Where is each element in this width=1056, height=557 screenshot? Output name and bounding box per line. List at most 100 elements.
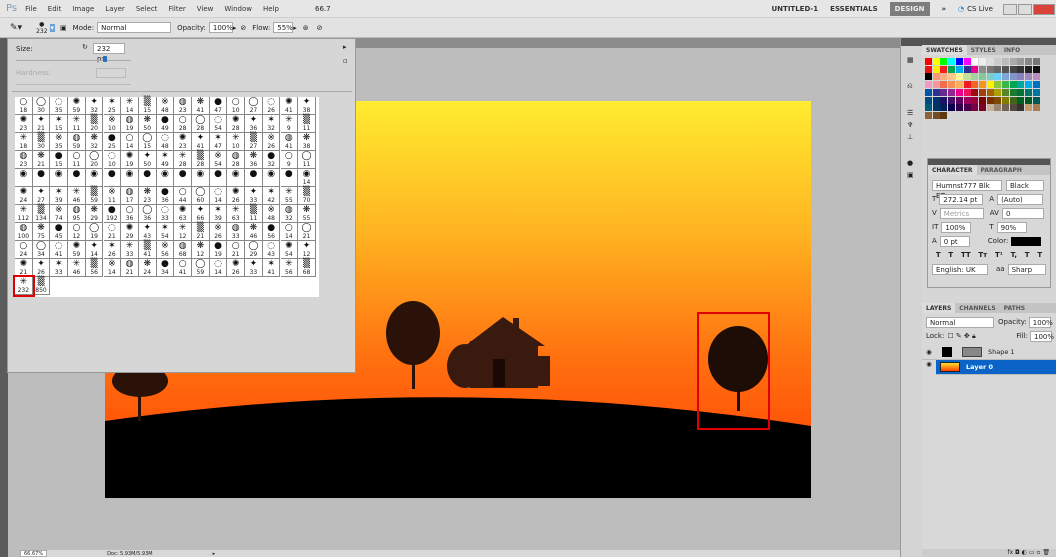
color-swatch[interactable] (948, 65, 956, 73)
brush-preset[interactable]: ✳ 18 (15, 133, 33, 151)
font-style-select[interactable]: Black (1006, 179, 1044, 191)
brush-preset[interactable]: ● (174, 169, 192, 187)
brush-preset[interactable]: ✦ 32 (85, 97, 104, 115)
brush-preset[interactable]: ● (68, 169, 86, 187)
color-swatch[interactable] (940, 65, 948, 73)
brush-preset[interactable]: ✳ 9 (280, 115, 299, 133)
color-swatch[interactable] (955, 65, 963, 73)
color-swatch[interactable] (925, 104, 932, 112)
menu-edit[interactable]: Edit (48, 5, 62, 13)
color-swatch[interactable] (963, 81, 971, 89)
brush-preset[interactable]: ◌ 10 (103, 151, 122, 169)
brush-preset[interactable]: ✶ 49 (156, 151, 175, 169)
brush-preset[interactable]: ◍ 33 (227, 223, 246, 241)
color-swatch[interactable] (940, 96, 948, 104)
brush-preset[interactable]: ✺ 41 (280, 97, 299, 115)
brush-preset[interactable]: ❋ 32 (85, 133, 104, 151)
color-swatch[interactable] (986, 73, 994, 81)
color-swatch[interactable] (948, 73, 956, 81)
menu-window[interactable]: Window (224, 5, 252, 13)
color-swatch[interactable] (963, 104, 971, 112)
brush-preset[interactable]: ❋ 21 (32, 151, 51, 169)
brush-preset[interactable]: ◉ (156, 169, 175, 187)
color-swatch[interactable] (994, 104, 1002, 112)
doc-info[interactable]: Doc: 5.93M/5.93M (107, 551, 153, 557)
color-swatch[interactable] (948, 81, 956, 89)
brush-preset[interactable]: ○ 36 (121, 205, 139, 223)
color-swatch[interactable] (963, 73, 971, 81)
color-swatch[interactable] (925, 73, 932, 81)
brush-preset[interactable]: ✶ 54 (156, 223, 175, 241)
brush-preset[interactable]: ○ 10 (227, 97, 246, 115)
brush-preset[interactable]: ◉ (15, 169, 33, 187)
menu-help[interactable]: Help (263, 5, 279, 13)
color-swatch[interactable] (948, 96, 956, 104)
brush-preset[interactable]: ✦ 33 (245, 259, 263, 277)
color-swatch[interactable] (940, 81, 948, 89)
color-swatch[interactable] (955, 88, 963, 96)
brush-preset[interactable]: ✶ 26 (103, 241, 122, 259)
color-swatch[interactable] (986, 81, 994, 89)
color-swatch[interactable] (925, 58, 932, 65)
color-swatch[interactable] (1002, 96, 1009, 104)
brush-preset[interactable]: ▒ 134 (32, 205, 51, 223)
brush-preset[interactable]: ✦ 27 (32, 187, 51, 205)
airbrush-icon[interactable]: ⊛ (303, 24, 309, 32)
brush-preset[interactable]: ✳ 56 (280, 259, 299, 277)
brush-preset[interactable]: ● 15 (50, 151, 69, 169)
brush-preset[interactable]: ● (209, 169, 228, 187)
brush-preset[interactable]: ◯ 36 (138, 205, 157, 223)
brush-preset[interactable]: ◍ 23 (15, 151, 33, 169)
color-swatch[interactable] (978, 96, 986, 104)
brush-preset[interactable]: ● (245, 169, 263, 187)
brush-preset[interactable]: ◍ 19 (121, 115, 139, 133)
brush-preset[interactable]: ❋ 50 (138, 115, 157, 133)
brush-preset[interactable]: ✺ 23 (174, 133, 192, 151)
workspace-essentials[interactable]: ESSENTIALS (830, 5, 878, 13)
baseline-shift-input[interactable]: 0 pt (939, 235, 970, 247)
brush-preset[interactable]: ✶ 25 (103, 97, 122, 115)
brush-preset[interactable]: ✺ 23 (15, 115, 33, 133)
history-icon[interactable]: ⎌ (907, 82, 922, 91)
brush-preset[interactable]: ✺ 29 (121, 223, 139, 241)
color-swatch[interactable] (1002, 58, 1009, 65)
color-swatch[interactable] (978, 104, 986, 112)
flow-input[interactable]: 55% (273, 22, 294, 33)
color-swatch[interactable] (971, 88, 979, 96)
brush-preset[interactable]: ✳ 10 (227, 133, 246, 151)
brush-preset[interactable]: ✳ 28 (174, 151, 192, 169)
brush-panel-icon[interactable]: ● (907, 159, 922, 167)
brush-preset[interactable]: ❋ 23 (138, 187, 157, 205)
brush-preset[interactable]: ✦ 12 (298, 241, 316, 259)
color-swatch[interactable] (955, 104, 963, 112)
brush-preset[interactable]: ◌ 14 (209, 187, 228, 205)
brush-preset[interactable]: ◯ 21 (298, 223, 316, 241)
brush-preset[interactable]: ◍ 59 (68, 133, 86, 151)
brush-preset[interactable]: ◯ 27 (245, 97, 263, 115)
text-style-button[interactable]: T¹ (995, 251, 1003, 259)
color-swatch[interactable] (955, 81, 963, 89)
text-style-button[interactable]: T (936, 251, 941, 259)
brush-preset[interactable]: ● 192 (103, 205, 122, 223)
brush-preset[interactable]: ◌ 14 (209, 259, 228, 277)
brush-preset[interactable]: ○ 44 (174, 187, 192, 205)
brush-preset[interactable]: ▒ 27 (245, 133, 263, 151)
brush-preset[interactable]: ○ 9 (280, 151, 299, 169)
tablet-pressure-opacity-icon[interactable]: ⊘ (240, 24, 246, 32)
color-swatch[interactable] (1032, 73, 1040, 81)
brush-preset[interactable]: ✺ 19 (121, 151, 139, 169)
color-swatch[interactable] (1032, 81, 1040, 89)
color-swatch[interactable] (971, 96, 979, 104)
text-style-button[interactable]: T (948, 251, 953, 259)
brush-preset[interactable]: ● 25 (103, 133, 122, 151)
language-select[interactable]: English: UK (932, 263, 988, 275)
color-swatch[interactable] (1032, 96, 1040, 104)
brush-preset[interactable]: ◍ 32 (280, 205, 299, 223)
color-swatch[interactable] (925, 111, 932, 119)
size-input[interactable]: 232 px (93, 43, 125, 63)
brush-preset[interactable]: ○ 18 (15, 97, 33, 115)
brush-preset[interactable]: ◍ 100 (15, 223, 33, 241)
color-swatch[interactable] (963, 88, 971, 96)
brush-preset[interactable]: ▒ 21 (192, 223, 210, 241)
color-swatch[interactable] (925, 96, 932, 104)
